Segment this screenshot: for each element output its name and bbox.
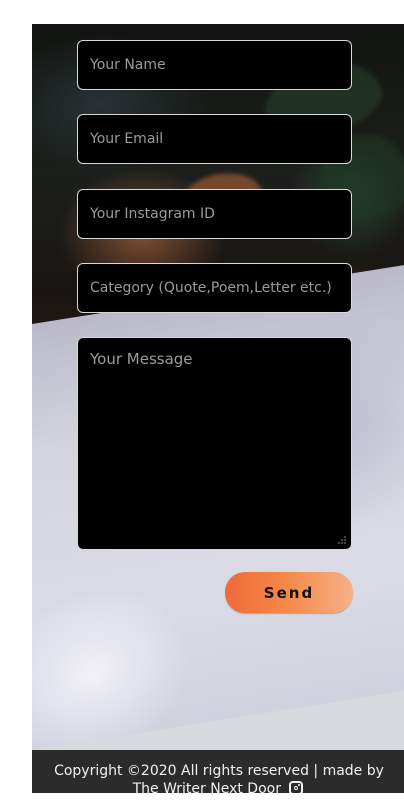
resize-grip-icon[interactable]: [337, 535, 347, 545]
footer: Copyright ©2020 All rights reserved | ma…: [32, 750, 404, 793]
instagram-icon[interactable]: [289, 781, 304, 793]
email-placeholder: Your Email: [90, 131, 164, 147]
email-input[interactable]: Your Email: [77, 114, 352, 164]
category-input[interactable]: Category (Quote,Poem,Letter etc.): [77, 263, 352, 313]
copyright-text: Copyright ©2020 All rights reserved | ma…: [54, 763, 384, 779]
instagram-input[interactable]: Your Instagram ID: [77, 189, 352, 239]
send-button-label: Send: [263, 583, 315, 602]
instagram-placeholder: Your Instagram ID: [90, 206, 215, 222]
name-placeholder: Your Name: [90, 57, 166, 73]
name-input[interactable]: Your Name: [77, 40, 352, 90]
contact-page: Your Name Your Email Your Instagram ID C…: [0, 0, 404, 807]
category-placeholder: Category (Quote,Poem,Letter etc.): [90, 280, 332, 296]
footer-credit-text: The Writer Next Door: [132, 781, 281, 793]
send-button[interactable]: Send: [225, 572, 353, 613]
message-textarea[interactable]: Your Message: [77, 337, 352, 550]
footer-credit: The Writer Next Door: [32, 780, 404, 793]
message-placeholder: Your Message: [90, 350, 193, 368]
